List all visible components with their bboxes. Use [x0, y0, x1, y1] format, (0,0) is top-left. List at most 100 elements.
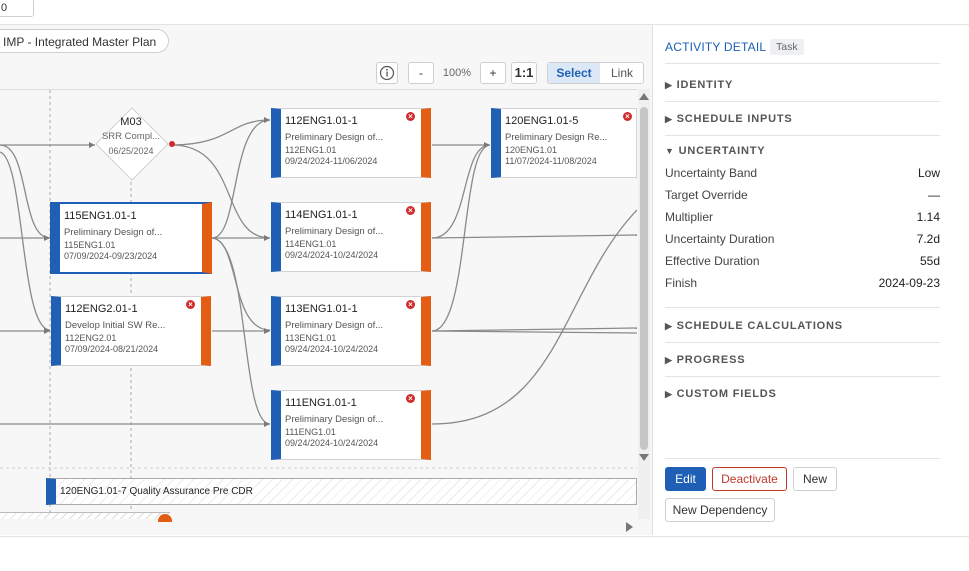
activity-desc: Preliminary Design of...: [285, 320, 384, 331]
error-icon: ×: [406, 206, 415, 215]
expand-arrow-icon: ▶: [665, 80, 673, 90]
divider: [665, 458, 940, 459]
zoom-in-button[interactable]: +: [480, 62, 506, 84]
new-dependency-button[interactable]: New Dependency: [665, 498, 775, 522]
activity-desc: Preliminary Design of...: [285, 414, 384, 425]
scroll-right-icon[interactable]: [626, 522, 633, 532]
activity-code: 113ENG1.01-1: [285, 303, 358, 315]
section-label: UNCERTAINTY: [678, 145, 766, 157]
milestone-date: 06/25/2024: [108, 146, 154, 156]
activity-card[interactable]: × 112ENG1.01-1 Preliminary Design of... …: [271, 108, 431, 178]
link-handle[interactable]: [158, 514, 172, 522]
uncertainty-band-row: Uncertainty Band Low: [665, 166, 940, 180]
select-mode-button[interactable]: Select: [548, 63, 600, 83]
activity-code: 120ENG1.01-5: [505, 115, 579, 127]
section-label: CUSTOM FIELDS: [676, 388, 777, 400]
activity-wbs: 112ENG2.01: [65, 333, 117, 343]
error-icon: ×: [406, 300, 415, 309]
target-override-row: Target Override —: [665, 188, 940, 202]
section-label: SCHEDULE CALCULATIONS: [676, 320, 843, 332]
section-progress[interactable]: ▶ PROGRESS: [665, 354, 745, 366]
activity-wbs: 111ENG1.01: [285, 427, 336, 437]
divider: [665, 63, 940, 64]
activity-desc: Preliminary Design Re...: [505, 132, 608, 143]
activity-wbs: 112ENG1.01: [285, 145, 337, 155]
divider: [665, 376, 940, 377]
activity-wbs: 114ENG1.01: [285, 239, 337, 249]
activity-card-selected[interactable]: 115ENG1.01-1 Preliminary Design of... 11…: [50, 202, 212, 274]
expand-arrow-icon: ▶: [665, 355, 673, 365]
activity-wbs: 115ENG1.01: [64, 240, 116, 250]
activity-code: 112ENG1.01-1: [285, 115, 358, 127]
activity-code: 112ENG2.01-1: [65, 303, 138, 315]
activity-wbs: 120ENG1.01: [505, 145, 558, 155]
expand-arrow-icon: ▶: [665, 321, 673, 331]
section-identity[interactable]: ▶ IDENTITY: [665, 79, 733, 91]
scrollbar-thumb[interactable]: [640, 107, 648, 450]
activity-code: 115ENG1.01-1: [64, 210, 137, 222]
divider: [665, 135, 940, 136]
milestone-link-handle[interactable]: [169, 141, 175, 147]
milestone-name: SRR Compl...: [101, 131, 161, 142]
activity-desc: Develop Initial SW Re...: [65, 320, 166, 331]
new-button[interactable]: New: [793, 467, 837, 491]
finish-row: Finish 2024-09-23: [665, 276, 940, 290]
info-icon[interactable]: [376, 62, 398, 84]
activity-dates: 09/24/2024-11/06/2024: [285, 156, 378, 166]
section-label: IDENTITY: [676, 79, 734, 91]
divider: [665, 342, 940, 343]
type-badge: Task: [770, 39, 804, 55]
section-label: PROGRESS: [676, 354, 746, 366]
divider: [665, 101, 940, 102]
finish-value: 2024-09-23: [878, 276, 940, 290]
activity-dates: 09/24/2024-10/24/2024: [285, 438, 379, 448]
activity-dates: 09/24/2024-10/24/2024: [285, 344, 379, 354]
activity-dates: 11/07/2024-11/08/2024: [505, 156, 597, 166]
error-icon: ×: [406, 394, 415, 403]
top-input[interactable]: 0: [0, 0, 34, 17]
section-label: SCHEDULE INPUTS: [676, 113, 793, 125]
activity-card[interactable]: × 112ENG2.01-1 Develop Initial SW Re... …: [51, 296, 211, 366]
qa-activity-bar[interactable]: 120ENG1.01-7 Quality Assurance Pre CDR: [46, 478, 637, 505]
activity-card[interactable]: × 120ENG1.01-5 Preliminary Design Re... …: [491, 108, 637, 178]
expand-arrow-icon: ▶: [665, 389, 673, 399]
activity-code: 114ENG1.01-1: [285, 209, 358, 221]
edit-button[interactable]: Edit: [665, 467, 706, 491]
plan-selector[interactable]: IMP - Integrated Master Plan: [0, 29, 170, 53]
actual-size-button[interactable]: 1:1: [511, 62, 537, 84]
detail-title: ACTIVITY DETAIL: [665, 40, 767, 54]
effective-duration-row: Effective Duration 55d: [665, 254, 940, 268]
activity-dates: 09/24/2024-10/24/2024: [285, 250, 379, 260]
scroll-down-icon[interactable]: [639, 454, 649, 461]
activity-card[interactable]: × 111ENG1.01-1 Preliminary Design of... …: [271, 390, 431, 460]
activity-dates: 07/09/2024-08/21/2024: [65, 344, 159, 354]
zoom-out-button[interactable]: -: [408, 62, 434, 84]
section-schedule-inputs[interactable]: ▶ SCHEDULE INPUTS: [665, 113, 793, 125]
zoom-level: 100%: [442, 67, 472, 79]
activity-code: 111ENG1.01-1: [285, 397, 357, 409]
divider: [665, 307, 940, 308]
uncertainty-duration-row: Uncertainty Duration 7.2d: [665, 232, 940, 246]
deactivate-button[interactable]: Deactivate: [712, 467, 787, 491]
error-icon: ×: [623, 112, 632, 121]
multiplier-row: Multiplier 1.14: [665, 210, 940, 224]
effective-duration-value: 55d: [919, 254, 940, 268]
section-uncertainty[interactable]: ▼ UNCERTAINTY: [665, 145, 765, 157]
activity-card[interactable]: × 114ENG1.01-1 Preliminary Design of... …: [271, 202, 431, 272]
bottom-bar: [0, 536, 969, 571]
section-schedule-calculations[interactable]: ▶ SCHEDULE CALCULATIONS: [665, 320, 843, 332]
uncertainty-band-value: Low: [917, 166, 940, 180]
scroll-up-icon[interactable]: [639, 93, 649, 100]
top-bar: [0, 0, 969, 25]
target-override-value: —: [928, 188, 940, 202]
error-icon: ×: [406, 112, 415, 121]
activity-desc: Preliminary Design of...: [64, 227, 163, 238]
link-mode-button[interactable]: Link: [600, 63, 644, 83]
collapse-arrow-icon: ▼: [665, 146, 675, 156]
activity-dates: 07/09/2024-09/23/2024: [64, 251, 158, 261]
activity-card[interactable]: × 113ENG1.01-1 Preliminary Design of... …: [271, 296, 431, 366]
activity-wbs: 113ENG1.01: [285, 333, 337, 343]
milestone-code: M03: [120, 116, 142, 128]
activity-desc: Preliminary Design of...: [285, 132, 384, 143]
section-custom-fields[interactable]: ▶ CUSTOM FIELDS: [665, 388, 777, 400]
